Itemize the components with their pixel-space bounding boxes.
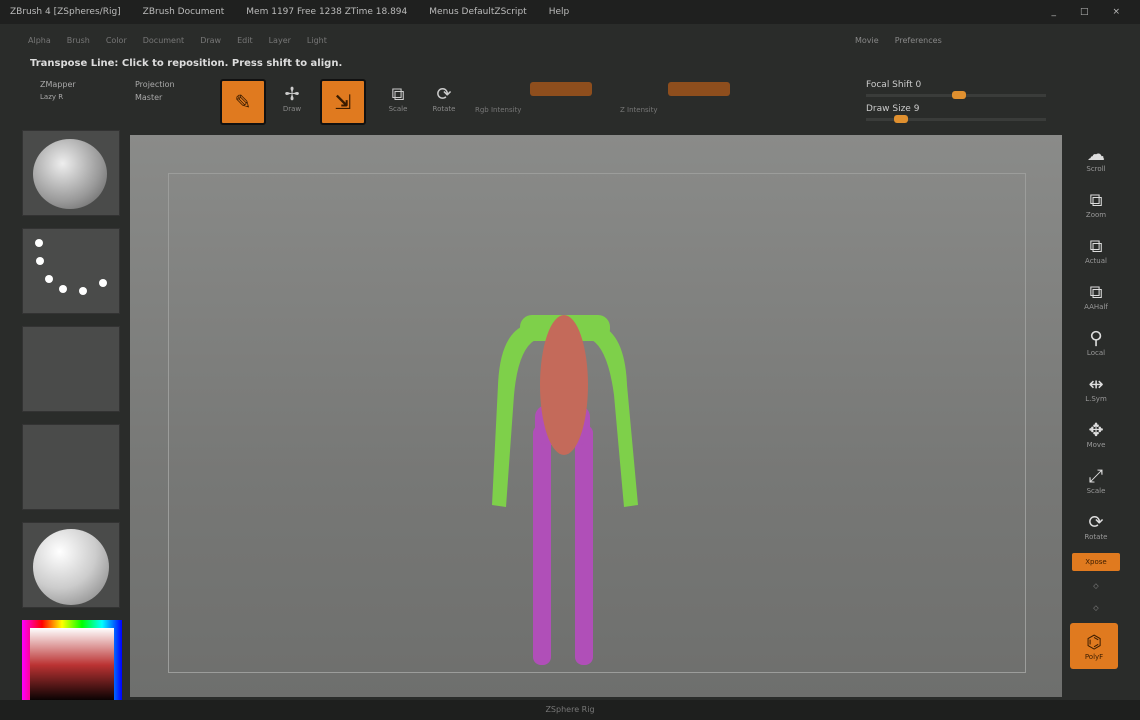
actual-button[interactable]: ⧉ Actual (1070, 227, 1122, 273)
aahalf-button[interactable]: ⧉ AAHalf (1070, 273, 1122, 319)
draw-size-slider[interactable] (866, 115, 1046, 123)
color-picker[interactable] (22, 620, 122, 710)
close-icon[interactable]: × (1112, 7, 1120, 17)
status-message: Transpose Line: Click to reposition. Pre… (30, 58, 343, 69)
polyf-icon: ⌬ (1086, 631, 1102, 653)
menu-bar-right: Movie Preferences (855, 36, 942, 45)
maximize-icon[interactable]: □ (1080, 7, 1089, 17)
lsym-label: L.Sym (1085, 394, 1107, 403)
xpose-button[interactable]: Xpose (1072, 553, 1120, 571)
scale-button[interactable]: ⧉ Scale (378, 84, 418, 124)
texture-thumbnail[interactable] (22, 424, 120, 510)
menu-movie[interactable]: Movie (855, 36, 879, 45)
rotate-view-button[interactable]: ⟳ Rotate (1070, 503, 1122, 549)
move-view-label: Move (1086, 440, 1106, 449)
draw-icon: ✢ (284, 84, 300, 105)
projection-master-button[interactable]: Projection Master (135, 80, 175, 124)
actual-label: Actual (1085, 256, 1107, 265)
sym-x-button[interactable]: ◇ (1070, 575, 1122, 597)
scale-view-icon: ⤢ (1088, 465, 1104, 487)
focal-shift-slider[interactable] (866, 91, 1046, 99)
rotate-icon: ⟳ (436, 84, 452, 105)
title-bar: ZBrush 4 [ZSpheres/Rig] ZBrush Document … (0, 0, 1140, 24)
scale-label: Scale (388, 105, 408, 113)
menu-alpha[interactable]: Alpha (28, 36, 51, 45)
actual-icon: ⧉ (1089, 235, 1103, 257)
alpha-thumbnail[interactable] (22, 326, 120, 412)
zoom-button[interactable]: ⧉ Zoom (1070, 181, 1122, 227)
menu-draw[interactable]: Draw (200, 36, 221, 45)
rotate-view-label: Rotate (1084, 532, 1108, 541)
help-button[interactable]: Help (549, 7, 570, 17)
master-label: Master (135, 93, 163, 102)
menu-color[interactable]: Color (106, 36, 127, 45)
move-button[interactable]: ⇲ (320, 79, 366, 125)
focal-shift-handle[interactable] (952, 91, 966, 99)
zoom-icon: ⧉ (1089, 189, 1103, 211)
zsphere-rig-model (492, 315, 638, 665)
lsym-button[interactable]: ⇹ L.Sym (1070, 365, 1122, 411)
right-shelf: ☁ Scroll ⧉ Zoom ⧉ Actual ⧉ AAHalf ⚲ Local ⇹ L.… (1070, 135, 1122, 673)
brush-icon (33, 139, 107, 209)
local-label: Local (1086, 348, 1106, 357)
scale-view-label: Scale (1086, 486, 1106, 495)
material-sphere-icon (33, 529, 109, 605)
minimize-icon[interactable]: _ (1051, 7, 1056, 17)
menus-script[interactable]: Menus DefaultZScript (429, 7, 526, 17)
lazy-label: Lazy R (40, 93, 64, 101)
menu-document[interactable]: Document (143, 36, 184, 45)
app-title: ZBrush 4 [ZSpheres/Rig] (10, 7, 121, 17)
sym-icon: ◇ (1093, 582, 1099, 590)
local-icon: ⚲ (1089, 327, 1103, 349)
edit-icon: ✎ (234, 90, 252, 114)
scroll-icon: ☁ (1087, 143, 1105, 165)
memory-readout: Mem 1197 Free 1238 ZTime 18.894 (246, 7, 408, 17)
rotate-view-icon: ⟳ (1088, 511, 1104, 533)
move-icon: ⇲ (334, 90, 352, 114)
edit-button[interactable]: ✎ (220, 79, 266, 125)
polyf-button[interactable]: ⌬ PolyF (1070, 623, 1118, 669)
projection-label: Projection (135, 80, 175, 89)
zoom-label: Zoom (1085, 210, 1107, 219)
move-view-button[interactable]: ✥ Move (1070, 411, 1122, 457)
scale-icon: ⧉ (391, 84, 405, 105)
zmapper-button[interactable]: ZMapper Lazy R (40, 80, 76, 124)
menu-layer[interactable]: Layer (269, 36, 291, 45)
material-thumbnail[interactable] (22, 522, 120, 608)
scroll-label: Scroll (1086, 164, 1106, 173)
stroke-thumbnail[interactable] (22, 228, 120, 314)
torso (540, 315, 588, 455)
menu-bar: Alpha Brush Color Document Draw Edit Lay… (28, 36, 327, 45)
document-title: ZBrush Document (142, 7, 225, 17)
z-intensity-slider[interactable] (668, 82, 730, 96)
rgb-intensity-slider[interactable] (530, 82, 592, 96)
local-button[interactable]: ⚲ Local (1070, 319, 1122, 365)
scroll-button[interactable]: ☁ Scroll (1070, 135, 1122, 181)
menu-preferences[interactable]: Preferences (895, 36, 942, 45)
bottom-bar: ZSphere Rig (0, 700, 1140, 720)
aahalf-icon: ⧉ (1089, 281, 1103, 303)
bottom-status: ZSphere Rig (545, 705, 595, 714)
lsym-icon: ⇹ (1088, 373, 1104, 395)
menu-edit[interactable]: Edit (237, 36, 253, 45)
draw-label: Draw (282, 105, 302, 113)
stroke-dots-icon (35, 239, 107, 295)
scale-view-button[interactable]: ⤢ Scale (1070, 457, 1122, 503)
rotate-label: Rotate (432, 105, 456, 113)
viewport-canvas[interactable] (130, 135, 1062, 697)
menu-brush[interactable]: Brush (67, 36, 90, 45)
left-shelf (22, 130, 122, 710)
menu-light[interactable]: Light (307, 36, 327, 45)
zmapper-label: ZMapper (40, 80, 76, 89)
move-view-icon: ✥ (1088, 419, 1104, 441)
aahalf-label: AAHalf (1084, 302, 1108, 311)
rotate-button[interactable]: ⟳ Rotate (424, 84, 464, 124)
sym-icon-2: ◇ (1093, 604, 1099, 612)
draw-button[interactable]: ✢ Draw (272, 84, 312, 124)
draw-size-handle[interactable] (894, 115, 908, 123)
color-swatch[interactable] (30, 628, 114, 702)
brush-thumbnail[interactable] (22, 130, 120, 216)
polyf-label: PolyF (1084, 652, 1104, 661)
sym-y-button[interactable]: ◇ (1070, 597, 1122, 619)
